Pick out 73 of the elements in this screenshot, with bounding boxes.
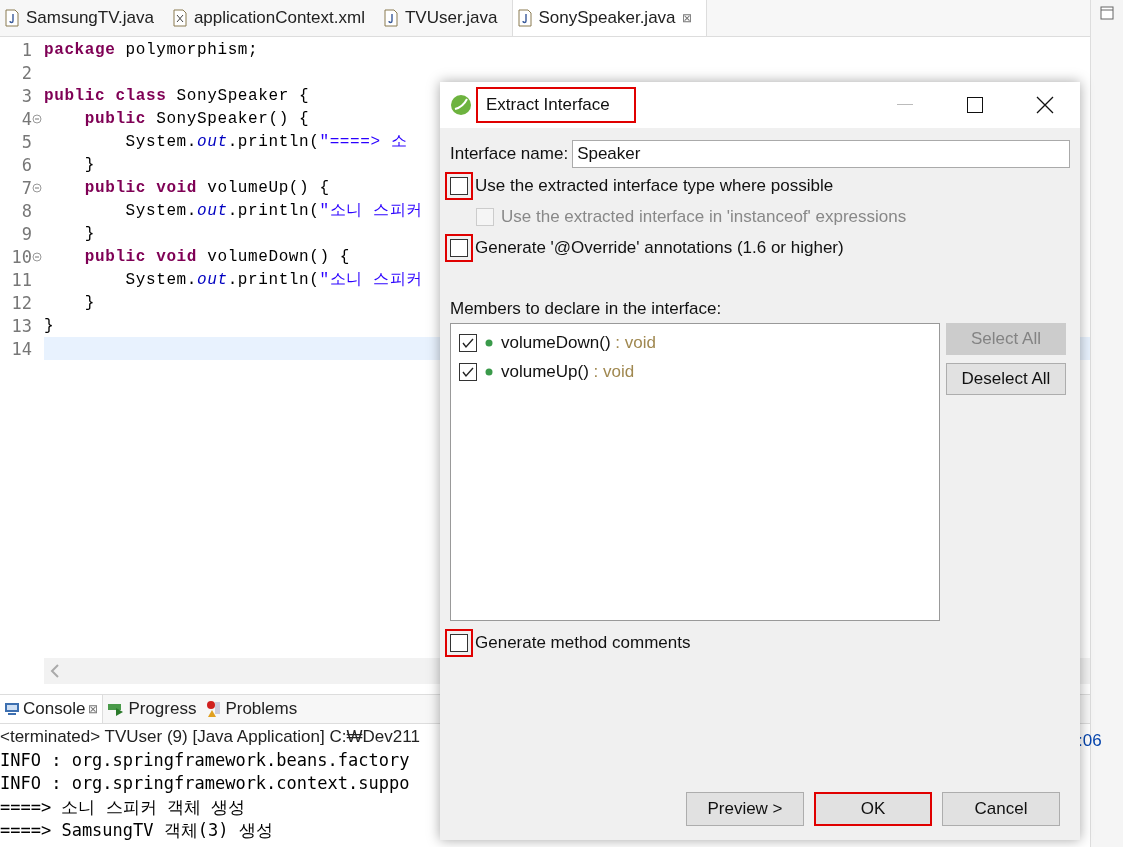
- option-label: Use the extracted interface in 'instanceof' expressions: [501, 206, 907, 227]
- editor-tab[interactable]: SamsungTV.java: [0, 0, 168, 36]
- line-number: 6: [20, 154, 32, 175]
- list-action-button[interactable]: Deselect All: [946, 363, 1066, 395]
- member-item[interactable]: volumeUp() : void: [501, 361, 635, 382]
- line-number: 2: [20, 62, 32, 83]
- close-icon[interactable]: [1036, 96, 1054, 114]
- method-icon: [485, 367, 493, 376]
- members-label: Members to declare in the interface:: [450, 298, 723, 320]
- line-number: 10: [10, 246, 32, 267]
- code-line: System.out.println("====> 소: [124, 132, 408, 152]
- dialog-button[interactable]: OK: [814, 792, 932, 826]
- editor-tab[interactable]: SonySpeaker.java ⊠: [511, 0, 707, 36]
- option-label: Use the extracted interface type where possible: [475, 175, 834, 196]
- problems-icon: [204, 700, 223, 718]
- code-line: public void volumeUp() {: [83, 178, 330, 197]
- code-line: }: [83, 224, 95, 243]
- view-tab[interactable]: Console ⊠: [0, 695, 104, 723]
- editor-tab[interactable]: applicationContext.xml: [167, 0, 379, 36]
- editor-tab[interactable]: TVUser.java: [378, 0, 512, 36]
- method-icon: [485, 338, 493, 347]
- line-number: 13: [10, 315, 32, 336]
- console-time: :06: [1078, 731, 1102, 751]
- code-line: }: [44, 316, 55, 335]
- code-line: public class SonySpeaker {: [44, 86, 310, 105]
- code-line: public SonySpeaker() {: [83, 109, 310, 128]
- console-header: <terminated> TVUser (9) [Java Application] C:₩Dev211: [0, 726, 420, 748]
- member-item[interactable]: volumeDown() : void: [501, 332, 656, 353]
- dialog-button[interactable]: Preview >: [686, 792, 804, 826]
- line-number: 1: [20, 39, 32, 60]
- monitor-icon: [4, 701, 20, 717]
- checkbox[interactable]: [459, 333, 477, 352]
- restore-icon[interactable]: [1100, 6, 1114, 20]
- xml-file-icon: [171, 9, 188, 27]
- dialog-button[interactable]: Cancel: [942, 792, 1060, 826]
- checkbox[interactable]: [459, 362, 477, 381]
- code-line: System.out.println("소니 스피커: [124, 201, 423, 221]
- line-number: 14: [10, 338, 32, 359]
- line-number: 4: [20, 108, 32, 129]
- line-number: 8: [20, 200, 32, 221]
- interface-name-field[interactable]: Speaker: [572, 140, 1070, 168]
- java-file-icon: [516, 9, 533, 27]
- collapse-icon[interactable]: [32, 113, 42, 124]
- collapse-icon[interactable]: [32, 251, 42, 262]
- maximize-icon[interactable]: [967, 97, 983, 113]
- code-line: System.out.println("소니 스피커: [124, 270, 423, 290]
- code-line: package polymorphism;: [44, 40, 259, 59]
- dialog-title: Extract Interface: [476, 87, 636, 123]
- console-line: INFO : org.springframework.context.suppo: [0, 773, 410, 795]
- view-tab[interactable]: Problems: [200, 695, 302, 723]
- console-line: ====> 소니 스피커 객체 생성: [0, 796, 246, 819]
- collapse-icon[interactable]: [32, 182, 42, 193]
- line-number: 9: [20, 223, 32, 244]
- java-file-icon: [4, 9, 20, 27]
- line-number: 12: [10, 292, 32, 313]
- console-line: ====> SamsungTV 객체(3) 생성: [0, 819, 273, 842]
- line-number: 7: [20, 177, 32, 198]
- checkbox[interactable]: [450, 633, 468, 652]
- console-line: INFO : org.springframework.beans.factory: [0, 750, 410, 772]
- line-number: 11: [10, 269, 32, 290]
- line-number: 3: [20, 85, 32, 106]
- java-file-icon: [382, 9, 399, 27]
- code-line: }: [83, 293, 95, 312]
- option-label: Generate method comments: [475, 632, 691, 653]
- leaf-logo-icon: [450, 94, 472, 116]
- checkbox[interactable]: [450, 176, 468, 195]
- line-number: 5: [20, 131, 32, 152]
- field-label: Interface name:: [450, 144, 569, 164]
- code-line: }: [83, 155, 95, 174]
- checkbox[interactable]: [450, 238, 468, 257]
- option-label: Generate '@Override' annotations (1.6 or higher): [475, 237, 844, 258]
- code-line: public void volumeDown() {: [83, 247, 351, 266]
- view-tab[interactable]: Progress: [103, 695, 201, 723]
